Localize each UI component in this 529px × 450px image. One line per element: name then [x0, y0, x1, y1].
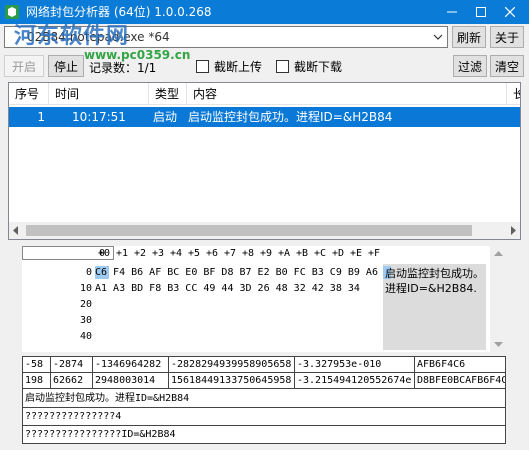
- minimize-button[interactable]: [439, 0, 465, 24]
- hex-column-header: +5: [188, 248, 201, 259]
- column-header-index[interactable]: 序号: [9, 83, 49, 105]
- conv-int8: -58: [23, 357, 51, 373]
- hex-column-header: +A: [278, 248, 291, 259]
- list-header: 序号 时间 类型 内容 长: [9, 83, 520, 105]
- conv-uint16: 62662: [51, 373, 93, 389]
- conv-hex32: AFB6F4C6: [415, 357, 505, 373]
- record-count: 记录数：1/1: [89, 61, 157, 75]
- stop-button[interactable]: 停止: [48, 55, 84, 77]
- block-upload-label: 截断上传: [214, 59, 263, 74]
- hex-decoded-text: 启动监控封包成功。进程ID=&H2B84.: [385, 267, 484, 295]
- hex-column-header: +6: [206, 248, 219, 259]
- table-row[interactable]: 1 10:17:51 启动 启动监控封包成功。进程ID=&H2B84: [9, 107, 520, 127]
- hex-vertical-scrollbar[interactable]: [490, 246, 507, 352]
- list-horizontal-scrollbar[interactable]: [9, 222, 520, 239]
- hex-bytes: A1 A3 BD F8 B3 CC 49 44 3D 26 48 32 42 3…: [95, 283, 360, 294]
- conv-int32: -1346964282: [93, 357, 169, 373]
- row-time: 10:17:51: [72, 110, 126, 124]
- conv-float: -3.327953e-010: [295, 357, 415, 373]
- app-icon: [5, 5, 19, 19]
- hex-column-header: +C: [314, 248, 327, 259]
- conv-hex64: D8BFE0BCAFB6F4C: [415, 373, 505, 389]
- about-button[interactable]: 关于: [490, 26, 524, 48]
- column-header-type[interactable]: 类型: [149, 83, 187, 105]
- chevron-down-icon: [433, 34, 443, 40]
- hex-column-header: +4: [170, 248, 183, 259]
- scrollbar-thumb[interactable]: [26, 225, 472, 236]
- close-button[interactable]: [497, 0, 523, 24]
- block-download-checkbox[interactable]: 截断下载: [276, 58, 342, 74]
- conv-uint32: 2948003014: [93, 373, 169, 389]
- conv-unicode-text: ???????????????4: [23, 408, 505, 426]
- hex-offset: 10: [79, 283, 92, 294]
- scroll-down-icon[interactable]: [494, 341, 503, 348]
- conv-int16: -2874: [51, 357, 93, 373]
- hex-offset: 0: [85, 267, 92, 278]
- minimize-icon: [447, 11, 457, 13]
- hex-column-header: +2: [134, 248, 147, 259]
- conv-double: -3.215494120552674e: [295, 373, 415, 389]
- column-header-content[interactable]: 内容: [187, 83, 507, 105]
- hex-bytes: C6 F4 B6 AF BC E0 BF D8 B7 E2 B0 FC B3 C…: [95, 267, 378, 278]
- conv-uint64: 15618449133750645958: [169, 373, 295, 389]
- window-title: 网络封包分析器 (64位) 1.0.0.268: [26, 5, 212, 19]
- block-upload-checkbox[interactable]: 截断上传: [196, 58, 262, 74]
- hex-column-header: +1: [116, 248, 129, 259]
- hex-column-header: +8: [242, 248, 255, 259]
- filter-button[interactable]: 过滤: [453, 55, 487, 77]
- clear-button[interactable]: 清空: [490, 55, 524, 77]
- hex-offset: 20: [79, 299, 92, 310]
- refresh-button[interactable]: 刷新: [452, 26, 486, 48]
- hex-offset: 40: [79, 331, 92, 342]
- conversion-grid: -58 -2874 -1346964282 -28282949399589056…: [22, 356, 506, 444]
- hex-offset: 30: [79, 315, 92, 326]
- scroll-up-icon[interactable]: [494, 250, 503, 257]
- title-bar: 网络封包分析器 (64位) 1.0.0.268: [0, 0, 529, 24]
- close-icon: [505, 7, 515, 17]
- hex-text-pane[interactable]: 启动监控封包成功。进程ID=&H2B84.: [383, 264, 486, 350]
- column-header-length[interactable]: 长: [507, 83, 520, 105]
- scroll-left-icon[interactable]: [12, 226, 20, 235]
- conv-utf8-text: ????????????????ID=&H2B84: [25, 429, 176, 440]
- hex-column-header: +D: [332, 248, 345, 259]
- hex-column-header: +3: [152, 248, 165, 259]
- maximize-icon: [476, 7, 486, 17]
- hex-view[interactable]: 0 +0 +1 +2 +3 +4 +5 +6 +7 +8 +9 +A +B +C…: [22, 246, 490, 352]
- conv-int64: -2828294939958905658: [169, 357, 295, 373]
- row-index: 1: [37, 110, 45, 124]
- checkbox-box: [276, 59, 289, 73]
- row-type: 启动: [153, 110, 178, 124]
- block-download-label: 截断下载: [294, 59, 343, 74]
- hex-column-header: +0: [98, 248, 111, 259]
- hex-column-header: +7: [224, 248, 237, 259]
- scroll-right-icon[interactable]: [509, 226, 517, 235]
- conv-uint8: 198: [23, 373, 51, 389]
- row-content: 启动监控封包成功。进程ID=&H2B84: [188, 110, 393, 124]
- hex-column-header: +9: [260, 248, 273, 259]
- conv-ansi-text: 启动监控封包成功。进程ID=&H2B84: [23, 390, 505, 408]
- column-header-time[interactable]: 时间: [49, 83, 149, 105]
- hex-column-header: +E: [350, 248, 363, 259]
- checkbox-box: [196, 59, 209, 73]
- packet-list[interactable]: 序号 时间 类型 内容 长 1 10:17:51 启动 启动监控封包成功。进程I…: [8, 82, 521, 240]
- hex-column-header: +B: [296, 248, 309, 259]
- hex-column-header: +F: [368, 248, 381, 259]
- process-select-value: 02B84:notepad.exe *64: [27, 30, 170, 44]
- process-select[interactable]: 02B84:notepad.exe *64: [4, 26, 448, 48]
- maximize-button[interactable]: [468, 0, 494, 24]
- start-button[interactable]: 开启: [4, 55, 44, 77]
